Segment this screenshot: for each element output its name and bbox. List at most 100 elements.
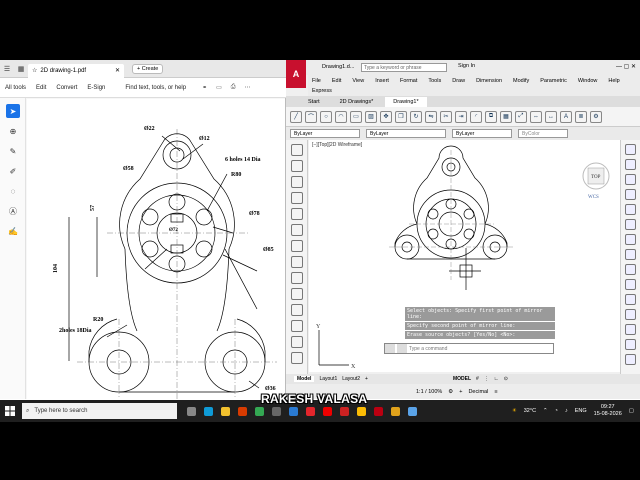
cmd-search-icon[interactable] [397, 344, 407, 353]
add-layout-icon[interactable]: + [365, 376, 368, 382]
chrome-icon[interactable] [255, 406, 264, 416]
menu-help[interactable]: Help [608, 76, 619, 86]
menu-view[interactable]: View [352, 76, 364, 86]
units-value[interactable]: Decimal [468, 389, 488, 395]
hatch-icon[interactable]: ▨ [365, 110, 377, 123]
tool-polyline-icon[interactable] [291, 176, 303, 188]
taskbar-search-input[interactable]: ⌕ Type here to search [22, 403, 177, 419]
menu-file[interactable]: File [312, 76, 321, 86]
tab-2d-drawings[interactable]: 2D Drawings* [332, 97, 382, 107]
tool-chamfer-icon[interactable] [625, 339, 636, 350]
menu-express[interactable]: Express [312, 86, 332, 96]
cad-search-input[interactable]: Type a keyword or phrase [361, 63, 447, 72]
tool-stretch-icon[interactable] [625, 264, 636, 275]
tool-xline-icon[interactable] [291, 160, 303, 172]
acrobat-icon[interactable] [306, 406, 315, 416]
tool-hatch-icon[interactable] [291, 336, 303, 348]
share-icon[interactable]: ⚭ [202, 84, 207, 91]
language[interactable]: ENG [575, 408, 587, 414]
layer-dropdown[interactable]: ByLayer [290, 129, 360, 138]
offset-icon[interactable]: ⧉ [485, 110, 497, 123]
ucs-label[interactable]: WCS [588, 195, 599, 200]
tool-point-icon[interactable] [291, 320, 303, 332]
tool-circle-icon[interactable] [291, 240, 303, 252]
mail-icon[interactable] [289, 406, 298, 416]
customize-icon[interactable]: ≡ [494, 389, 497, 395]
tool-region-icon[interactable] [291, 352, 303, 364]
move-icon[interactable]: ✥ [380, 110, 392, 123]
tray-arrow-icon[interactable]: ⌃ [543, 408, 548, 414]
task-view-icon[interactable] [187, 406, 196, 416]
tab-drawing1[interactable]: Drawing1* [385, 96, 427, 107]
more-icon[interactable]: ⋯ [245, 84, 251, 91]
status-model[interactable]: MODEL [453, 376, 471, 382]
file-explorer-icon[interactable] [221, 406, 230, 416]
scale-icon[interactable]: ⤢ [515, 110, 527, 123]
zoom-icon[interactable]: ⊕ [6, 124, 20, 138]
rotate-icon[interactable]: ↻ [410, 110, 422, 123]
menu-edit[interactable]: Edit [332, 76, 341, 86]
viewcube-label[interactable]: TOP [591, 175, 601, 180]
print-icon[interactable]: ⎙ [231, 84, 236, 91]
window-controls-icon[interactable]: — ▢ ✕ [616, 63, 636, 70]
scale-value[interactable]: 1:1 / 100% [416, 389, 442, 395]
mirror-icon[interactable]: ⇋ [425, 110, 437, 123]
chrome2-icon[interactable] [357, 406, 366, 416]
menu-parametric[interactable]: Parametric [540, 76, 567, 86]
save-icon[interactable]: ▭ [216, 84, 222, 91]
menu-window[interactable]: Window [578, 76, 598, 86]
create-button[interactable]: + Create [132, 63, 164, 74]
copy-icon[interactable]: ❐ [395, 110, 407, 123]
tool-array-icon[interactable] [625, 204, 636, 215]
menu-edit[interactable]: Edit [36, 85, 46, 91]
linetype-dropdown[interactable]: ByLayer [452, 129, 512, 138]
settings-icon[interactable]: ⚙ [448, 389, 453, 395]
polar-toggle-icon[interactable]: ⊙ [504, 376, 508, 382]
tool-copy-icon[interactable] [625, 159, 636, 170]
drawing-canvas[interactable]: [−][Top][2D Wireframe] Y X TOP WCS Selec… [309, 140, 620, 372]
tool-erase-icon[interactable] [625, 144, 636, 155]
menu-icon[interactable]: ☰ [0, 65, 14, 73]
circle-icon[interactable]: ○ [320, 110, 332, 123]
photos-icon[interactable] [408, 406, 417, 416]
text-icon[interactable]: A [560, 110, 572, 123]
tool-trim-icon[interactable] [625, 279, 636, 290]
lineweight-dropdown[interactable]: ByColor [518, 129, 568, 138]
tool-break-icon[interactable] [625, 309, 636, 320]
menu-convert[interactable]: Convert [56, 85, 77, 91]
edge-icon[interactable] [204, 406, 213, 416]
add-icon[interactable]: + [459, 389, 462, 395]
star-icon[interactable]: ☆ [32, 67, 37, 74]
text-icon[interactable]: Ⓐ [6, 204, 20, 218]
windows-start-icon[interactable] [0, 400, 20, 422]
office-icon[interactable] [238, 406, 247, 416]
tool-polygon-icon[interactable] [291, 192, 303, 204]
lasso-icon[interactable]: ◌ [6, 184, 20, 198]
arc-icon[interactable]: ◠ [335, 110, 347, 123]
folder-icon[interactable] [391, 406, 400, 416]
network-icon[interactable]: ◔ [555, 408, 558, 414]
tool-block-icon[interactable] [291, 304, 303, 316]
notification-icon[interactable]: ▢ [629, 408, 634, 414]
menu-esign[interactable]: E-Sign [87, 85, 105, 91]
menu-all-tools[interactable]: All tools [5, 85, 26, 91]
tab-start[interactable]: Start [300, 97, 328, 107]
tool-line-icon[interactable] [291, 144, 303, 156]
fillet-icon[interactable]: ◜ [470, 110, 482, 123]
store-icon[interactable] [272, 406, 281, 416]
tool-rotate-icon[interactable] [625, 234, 636, 245]
cmd-close-icon[interactable] [385, 344, 395, 353]
comment-icon[interactable]: ✎ [6, 144, 20, 158]
array-icon[interactable]: ▦ [500, 110, 512, 123]
line-icon[interactable]: ╱ [290, 110, 302, 123]
menu-modify[interactable]: Modify [513, 76, 529, 86]
menu-tools[interactable]: Tools [428, 76, 441, 86]
youtube-icon[interactable] [323, 406, 332, 416]
polyline-icon[interactable]: ⌒ [305, 110, 317, 123]
tab-layout2[interactable]: Layout2 [342, 376, 360, 382]
tool-fillet-icon[interactable] [625, 354, 636, 365]
viewcube[interactable]: TOP WCS [582, 162, 610, 200]
autocad-logo-icon[interactable]: A [286, 60, 306, 88]
find-text[interactable]: Find text, tools, or help [125, 85, 186, 91]
cursor-icon[interactable]: ➤ [6, 104, 20, 118]
